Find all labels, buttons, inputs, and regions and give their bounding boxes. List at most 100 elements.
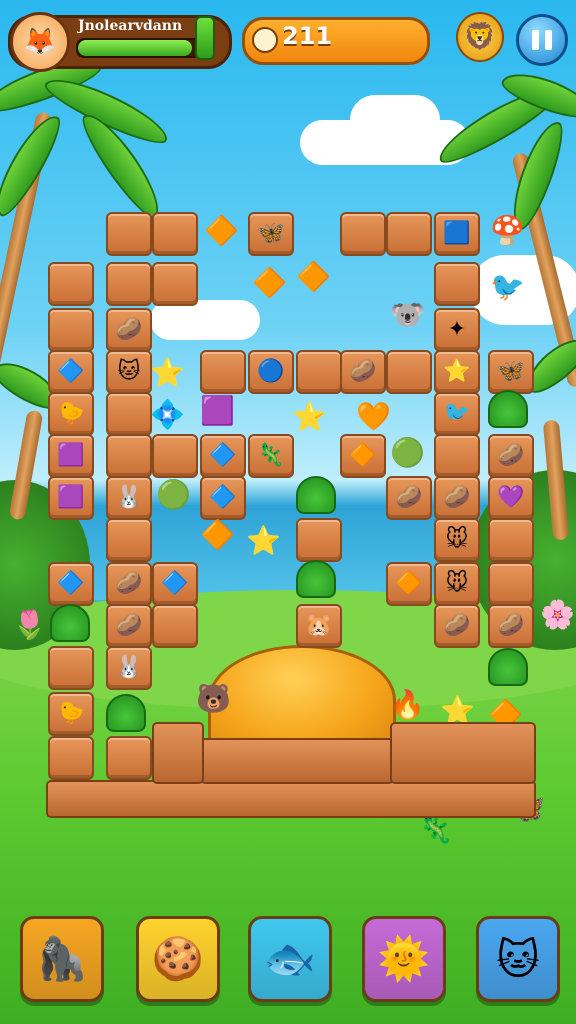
tile-rock[interactable]: 🥔: [106, 562, 152, 606]
tile-blue-block[interactable]: 🟦: [434, 212, 480, 256]
tile[interactable]: [48, 308, 94, 352]
butterfly-icon: 🦋: [257, 221, 285, 246]
blue-burst-icon[interactable]: 💠: [150, 400, 185, 430]
tile[interactable]: [488, 518, 534, 562]
tile[interactable]: [106, 392, 152, 436]
tile[interactable]: [152, 434, 198, 478]
tile[interactable]: [340, 212, 386, 256]
tile-blue-gem[interactable]: 🔷: [152, 562, 198, 606]
fox-avatar-icon[interactable]: 🦊: [10, 12, 70, 72]
green-bush: [488, 390, 528, 428]
tile-blue-rabbit[interactable]: 🐰: [106, 646, 152, 690]
tile-blue-gem[interactable]: 🔷: [200, 476, 246, 520]
orange-heart-icon[interactable]: 🧡: [356, 402, 391, 432]
green-bush: [296, 560, 336, 598]
tile-rock[interactable]: 🥔: [488, 434, 534, 478]
rock-icon: 🥔: [349, 359, 377, 384]
pink-flower-icon[interactable]: 🌸: [540, 600, 575, 630]
orange-gem-icon[interactable]: 🔶: [204, 216, 239, 246]
orange-flower-icon[interactable]: 🌷: [12, 610, 47, 640]
fish-button[interactable]: 🐟: [248, 916, 332, 1002]
tile[interactable]: [152, 262, 198, 306]
tile[interactable]: [48, 736, 94, 780]
tile[interactable]: [48, 646, 94, 690]
tile-rock[interactable]: 🥔: [434, 476, 480, 520]
tile[interactable]: [296, 350, 342, 394]
tile-rock[interactable]: 🥔: [386, 476, 432, 520]
tile-bird[interactable]: 🐦: [434, 392, 480, 436]
tile[interactable]: [488, 562, 534, 606]
blue-star-icon: ✦: [447, 317, 467, 342]
coin-icon: [252, 27, 278, 53]
flame-gem-icon[interactable]: 🔥: [390, 690, 425, 720]
sun-icon: 🌞: [377, 934, 431, 983]
purple-gem-icon[interactable]: 🟪: [200, 396, 235, 426]
wood-ledge: [390, 722, 536, 784]
tile-butterfly[interactable]: 🦋: [488, 350, 534, 394]
cookie-button[interactable]: 🍪: [136, 916, 220, 1002]
tile[interactable]: [106, 518, 152, 562]
tile-butterfly[interactable]: 🦋: [248, 212, 294, 256]
tile-star[interactable]: ⭐: [434, 350, 480, 394]
star-icon[interactable]: ⭐: [292, 402, 327, 432]
tile[interactable]: [106, 212, 152, 256]
tile-orange-gem[interactable]: 🔶: [386, 562, 432, 606]
tile-chick[interactable]: 🐤: [48, 392, 94, 436]
koala-icon[interactable]: 🐨: [390, 300, 425, 330]
blue-bear-icon[interactable]: 🐻: [196, 684, 231, 714]
tile[interactable]: [152, 212, 198, 256]
tile-mouse[interactable]: 🐭: [434, 518, 480, 562]
tile-cat[interactable]: 🐱: [106, 350, 152, 394]
tile-rock[interactable]: 🥔: [106, 308, 152, 352]
yellow-gem-icon[interactable]: 🔶: [252, 268, 287, 298]
cat-button[interactable]: 🐱: [476, 916, 560, 1002]
tile[interactable]: [48, 262, 94, 306]
green-gem-icon[interactable]: 🟢: [156, 480, 191, 510]
tile[interactable]: [106, 262, 152, 306]
cloud: [150, 300, 260, 340]
tile-rabbit[interactable]: 🐰: [106, 476, 152, 520]
tile[interactable]: [106, 736, 152, 780]
star-icon[interactable]: ⭐: [150, 358, 185, 388]
tile-rock[interactable]: 🥔: [340, 350, 386, 394]
lion-icon[interactable]: 🦁: [456, 12, 504, 62]
yeti-button[interactable]: 🦍: [20, 916, 104, 1002]
tile-blue-star[interactable]: ✦: [434, 308, 480, 352]
tile-orange-gem[interactable]: 🔶: [340, 434, 386, 478]
green-gem-icon[interactable]: 🟢: [390, 438, 425, 468]
star-icon[interactable]: ⭐: [246, 526, 281, 556]
tile[interactable]: [296, 518, 342, 562]
orange-pentagon-gem-icon[interactable]: 🔶: [296, 262, 331, 292]
tile-mouse[interactable]: 🐭: [434, 562, 480, 606]
tile-rock[interactable]: 🥔: [106, 604, 152, 648]
pink-lizard-icon[interactable]: 🦎: [418, 814, 453, 844]
tile[interactable]: [434, 434, 480, 478]
tile-hamster[interactable]: 🐹: [296, 604, 342, 648]
tile[interactable]: [200, 350, 246, 394]
tile-purple-block[interactable]: 🟪: [48, 476, 94, 520]
mushroom-icon[interactable]: 🍄: [490, 216, 525, 246]
tile-blue-gem[interactable]: 🔷: [48, 350, 94, 394]
tile-rock[interactable]: 🥔: [488, 604, 534, 648]
tile[interactable]: [434, 262, 480, 306]
tile-purple-gem[interactable]: 🟪: [48, 434, 94, 478]
tile[interactable]: [106, 434, 152, 478]
tile[interactable]: [386, 212, 432, 256]
rock-icon: 🥔: [115, 613, 143, 638]
tile[interactable]: [152, 604, 198, 648]
tile-purple-heart[interactable]: 💜: [488, 476, 534, 520]
tile-lizard[interactable]: 🦎: [248, 434, 294, 478]
rock-icon: 🥔: [443, 485, 471, 510]
tile-chick[interactable]: 🐤: [48, 692, 94, 736]
tile-blue-gem[interactable]: 🔷: [200, 434, 246, 478]
sun-button[interactable]: 🌞: [362, 916, 446, 1002]
mouse-icon: 🐭: [445, 571, 469, 596]
tile-blue-orb[interactable]: 🔵: [248, 350, 294, 394]
orange-triangle-gem-icon[interactable]: 🔶: [200, 520, 235, 550]
tile[interactable]: [386, 350, 432, 394]
small-bird-icon[interactable]: 🐦: [490, 272, 525, 302]
tile-blue-gem[interactable]: 🔷: [48, 562, 94, 606]
tile-rock[interactable]: 🥔: [434, 604, 480, 648]
blue-rabbit-icon: 🐰: [115, 655, 143, 680]
pause-button[interactable]: [516, 14, 568, 66]
